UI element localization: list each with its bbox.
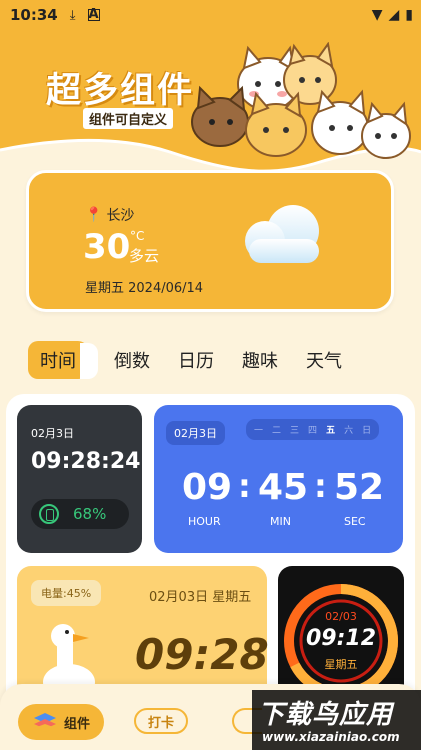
weekday-current: 五 <box>326 426 336 436</box>
hour-label: HOUR <box>188 515 221 528</box>
widget-date: 02月3日 <box>31 427 74 440</box>
battery-icon: ▮ <box>405 7 413 23</box>
tab-time-label: 时间 <box>40 351 76 372</box>
paw-icon <box>80 343 98 379</box>
a-icon: A <box>87 7 100 22</box>
status-bar: 10:34 ⤓ A ▼ ◢ ▮ <box>0 0 421 30</box>
battery-pill: 68% <box>31 499 129 529</box>
watermark-title: 下载鸟应用 <box>258 700 394 730</box>
cats-illustration <box>191 42 411 159</box>
widget-date: 02月3日 <box>166 421 225 445</box>
signal-icon: ◢ <box>388 7 400 23</box>
layers-icon <box>33 713 56 732</box>
weather-condition: 多云 <box>129 247 160 265</box>
clock-second: 52 <box>334 467 385 508</box>
nav-widgets-label: 组件 <box>63 716 90 732</box>
weather-date: 星期五 2024/06/14 <box>85 281 204 296</box>
weekday: 三 <box>290 426 300 436</box>
clock-separator: : <box>238 467 251 505</box>
weather-unit: °C <box>130 229 145 243</box>
tab-fun[interactable]: 趣味 <box>242 347 278 373</box>
clock-hour: 09 <box>182 467 233 508</box>
widget-date: 02/03 <box>325 610 357 623</box>
location-pin-icon: 📍 <box>85 207 103 223</box>
weekday: 日 <box>362 426 372 436</box>
nav-checkin-button[interactable]: 打卡 <box>134 708 188 734</box>
widget-weekday: 星期五 <box>324 658 358 671</box>
weather-card[interactable]: 📍 长沙 30 °C 多云 星期五 2024/06/14 <box>26 170 394 312</box>
second-label: SEC <box>344 515 366 528</box>
weekday: 六 <box>344 426 354 436</box>
weather-city: 长沙 <box>106 208 135 224</box>
wifi-icon: ▼ <box>371 7 383 23</box>
tab-time[interactable]: 时间 <box>28 341 98 379</box>
watermark: 下载鸟应用 www.xiazainiao.com <box>252 690 421 750</box>
weekday: 一 <box>254 426 264 436</box>
weather-location: 📍 长沙 <box>85 205 134 225</box>
tab-countdown[interactable]: 倒数 <box>114 347 150 373</box>
dark-clock-widget[interactable]: 02月3日 09:28:24 68% <box>17 405 142 553</box>
battery-tag: 电量:45% <box>31 580 102 606</box>
battery-icon <box>39 504 59 524</box>
minute-label: MIN <box>270 515 291 528</box>
clock-separator: : <box>314 467 327 505</box>
watermark-url: www.xiazainiao.com <box>262 730 400 744</box>
clock-minute: 45 <box>258 467 309 508</box>
widget-date: 02月03日 星期五 <box>149 590 252 605</box>
battery-percent: 68% <box>73 505 107 523</box>
widget-time: 09:12 <box>305 626 377 651</box>
weekday: 二 <box>272 426 282 436</box>
widget-time: 09:28 <box>135 630 269 679</box>
weather-temperature: 30 <box>83 227 131 267</box>
widget-time: 09:28:24 <box>31 449 141 474</box>
category-tabs: 时间 倒数 日历 趣味 天气 <box>28 340 370 380</box>
nav-widgets-button[interactable]: 组件 <box>18 704 104 740</box>
status-time: 10:34 <box>10 6 58 24</box>
banner-subtitle: 组件可自定义 <box>83 108 174 129</box>
banner-title: 超多组件 <box>46 71 195 111</box>
tab-calendar[interactable]: 日历 <box>178 347 214 373</box>
weekday-strip: 一 二 三 四 五 六 日 <box>246 419 380 440</box>
cloud-icon <box>245 205 319 263</box>
weekday: 四 <box>308 426 318 436</box>
blue-clock-widget[interactable]: 02月3日 一 二 三 四 五 六 日 09 : 45 : 52 HOUR MI… <box>154 405 403 553</box>
download-icon: ⤓ <box>69 7 76 23</box>
tab-weather[interactable]: 天气 <box>306 347 342 373</box>
